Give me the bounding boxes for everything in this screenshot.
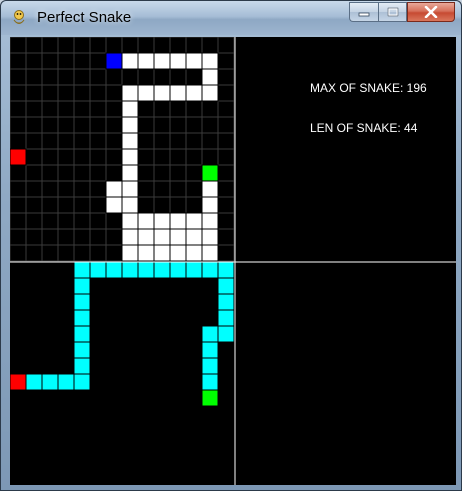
snake-body-segment	[137, 84, 155, 102]
snake-body-segment	[153, 244, 171, 262]
close-button[interactable]	[407, 2, 455, 22]
snake-body-segment	[169, 84, 187, 102]
path-segment	[153, 261, 171, 279]
snake-body-segment	[137, 228, 155, 246]
path-segment	[73, 325, 91, 343]
snake-head	[105, 52, 123, 70]
snake-body-segment	[121, 228, 139, 246]
game-canvas: MAX OF SNAKE: 196 LEN OF SNAKE: 44	[10, 37, 456, 485]
close-icon	[424, 6, 438, 18]
path-segment	[89, 261, 107, 279]
caption-buttons	[349, 2, 455, 22]
snake-body-segment	[121, 132, 139, 150]
path-segment	[217, 293, 235, 311]
path-segment	[201, 261, 219, 279]
path-segment	[73, 373, 91, 391]
snake-body-segment	[137, 212, 155, 230]
minimize-button[interactable]	[349, 2, 378, 22]
snake-body-segment	[185, 212, 203, 230]
snake-body-segment	[137, 244, 155, 262]
path-segment	[121, 261, 139, 279]
path-segment	[217, 325, 235, 343]
path-segment	[169, 261, 187, 279]
snake-body-segment	[121, 164, 139, 182]
game-board	[10, 37, 456, 485]
snake-body-segment	[121, 244, 139, 262]
path-segment	[73, 309, 91, 327]
app-window: Perfect Snake MAX OF SNAKE: 196 LEN OF S…	[0, 0, 462, 491]
path-segment	[185, 261, 203, 279]
minimize-icon	[358, 12, 370, 17]
path-segment	[73, 293, 91, 311]
title-bar[interactable]: Perfect Snake	[1, 1, 461, 35]
snake-body-segment	[201, 68, 219, 86]
path-segment	[217, 261, 235, 279]
snake-body-segment	[185, 52, 203, 70]
snake-body-segment	[121, 116, 139, 134]
len-of-snake-label: LEN OF SNAKE: 44	[310, 121, 418, 135]
snake-body-segment	[153, 228, 171, 246]
snake-body-segment	[121, 100, 139, 118]
snake-body-segment	[169, 212, 187, 230]
path-segment	[73, 341, 91, 359]
snake-body-segment	[185, 228, 203, 246]
max-of-snake-label: MAX OF SNAKE: 196	[310, 81, 427, 95]
path-segment	[201, 373, 219, 391]
path-segment	[57, 373, 75, 391]
snake-body-segment	[201, 244, 219, 262]
snake-body-segment	[153, 52, 171, 70]
snake-body-segment	[121, 180, 139, 198]
path-segment	[201, 357, 219, 375]
path-segment	[137, 261, 155, 279]
path-segment	[217, 277, 235, 295]
snake-body-segment	[121, 84, 139, 102]
snake-body-segment	[105, 196, 123, 214]
snake-body-segment	[121, 52, 139, 70]
window-title: Perfect Snake	[37, 9, 132, 26]
target-cell	[201, 164, 219, 182]
food-cell	[10, 148, 27, 166]
snake-body-segment	[153, 212, 171, 230]
snake-body-segment	[201, 196, 219, 214]
snake-body-segment	[137, 52, 155, 70]
path-target-cell	[201, 389, 219, 407]
snake-body-segment	[185, 84, 203, 102]
snake-body-segment	[201, 212, 219, 230]
snake-body-segment	[169, 228, 187, 246]
snake-body-segment	[105, 180, 123, 198]
snake-body-segment	[121, 196, 139, 214]
snake-body-segment	[169, 244, 187, 262]
snake-body-segment	[201, 228, 219, 246]
snake-body-segment	[169, 52, 187, 70]
snake-body-segment	[201, 84, 219, 102]
python-snake-icon	[13, 10, 25, 24]
path-segment	[41, 373, 59, 391]
maximize-icon	[387, 7, 398, 17]
maximize-button[interactable]	[378, 2, 407, 22]
snake-body-segment	[201, 180, 219, 198]
path-segment	[201, 325, 219, 343]
path-segment	[25, 373, 43, 391]
snake-body-segment	[121, 212, 139, 230]
path-food-cell	[10, 373, 27, 391]
path-segment	[73, 357, 91, 375]
snake-body-segment	[185, 244, 203, 262]
path-segment	[217, 309, 235, 327]
path-segment	[201, 341, 219, 359]
path-segment	[73, 277, 91, 295]
snake-body-segment	[121, 148, 139, 166]
path-segment	[73, 261, 91, 279]
snake-body-segment	[153, 84, 171, 102]
snake-body-segment	[201, 52, 219, 70]
path-segment	[105, 261, 123, 279]
